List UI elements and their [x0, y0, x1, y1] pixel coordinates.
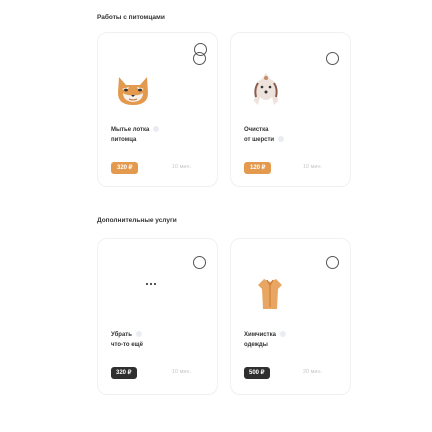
section-title-pets: Работы с питомцами	[97, 14, 165, 21]
service-name: Мытье лотка питомца	[111, 126, 191, 145]
duration-label: 20 мин.	[303, 369, 323, 375]
service-name: Химчистка одежды	[244, 331, 324, 350]
duration-label: 10 мин.	[303, 164, 323, 170]
service-name-line2: питомца	[111, 136, 137, 143]
radio-button[interactable]	[326, 256, 339, 269]
info-icon[interactable]	[278, 135, 285, 142]
service-name-line1: Очистка	[244, 127, 269, 133]
info-icon[interactable]	[135, 331, 142, 338]
info-icon[interactable]	[153, 126, 160, 133]
section-title-extra: Дополнительные услуги	[97, 217, 177, 224]
service-name-line2: одежды	[244, 341, 268, 348]
service-name-line1: Химчистка	[244, 332, 276, 338]
duration-label: 10 мин.	[172, 369, 192, 375]
price-badge[interactable]: 320 ₽	[111, 162, 138, 174]
radio-button[interactable]	[193, 256, 206, 269]
info-icon[interactable]	[279, 331, 286, 338]
duration-label: 10 мин.	[172, 164, 192, 170]
cat-face-icon	[118, 77, 148, 105]
price-badge[interactable]: 500 ₽	[244, 367, 270, 379]
price-badge[interactable]: 320 ₽	[111, 367, 137, 379]
service-name-line2: от шерсти	[244, 136, 275, 143]
radio-button[interactable]	[193, 52, 206, 65]
service-name: Очистка от шерсти	[244, 126, 324, 145]
service-name-line1: Мытье лотка	[111, 127, 150, 133]
fluffy-dog-icon	[254, 73, 278, 105]
service-name: Убрать что-то ещё	[111, 331, 191, 350]
service-name-line2: что-то ещё	[111, 341, 143, 348]
service-name-line1: Убрать	[111, 332, 132, 338]
ellipsis-icon	[145, 282, 157, 286]
shirt-icon	[258, 279, 282, 309]
price-badge[interactable]: 120 ₽	[244, 162, 271, 174]
radio-button[interactable]	[326, 52, 339, 65]
